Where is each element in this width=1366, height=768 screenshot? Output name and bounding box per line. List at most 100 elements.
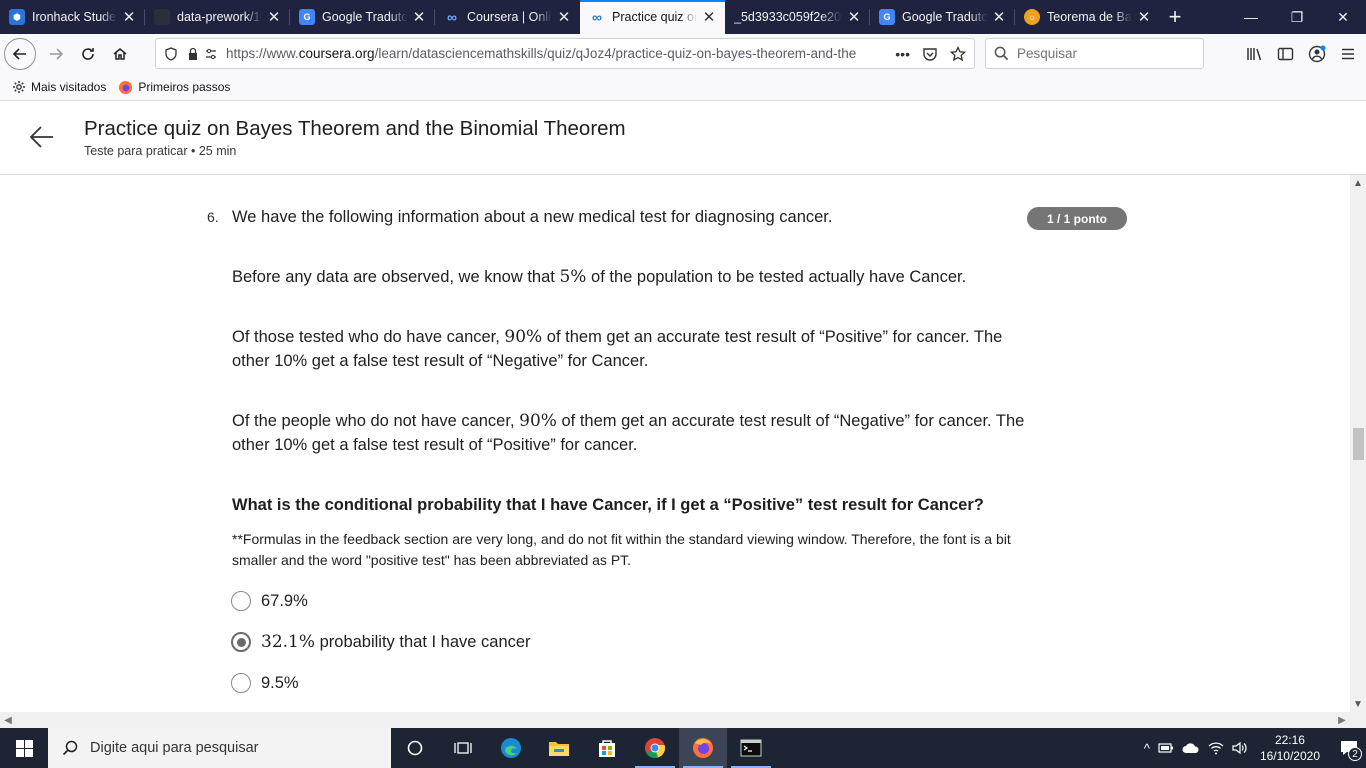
scroll-down-icon[interactable]: ▼ <box>1350 696 1366 712</box>
home-icon <box>113 48 127 60</box>
forward-button[interactable] <box>40 38 72 70</box>
terminal-icon <box>740 739 762 757</box>
question-paragraph-2: Of those tested who do have cancer, 90% … <box>232 327 1003 370</box>
tab-google-tradutor[interactable]: G Google Tradutor ✕ <box>290 0 435 34</box>
tab-google-tradutor-2[interactable]: G Google Tradutor ✕ <box>870 0 1015 34</box>
task-view-button[interactable] <box>439 728 487 768</box>
reload-icon <box>82 48 94 60</box>
clock-date: 16/10/2020 <box>1259 749 1320 763</box>
search-box[interactable]: Pesquisar <box>985 38 1204 69</box>
wifi-icon[interactable] <box>1208 741 1224 755</box>
account-icon[interactable] <box>1308 45 1326 63</box>
firefox-icon <box>693 738 713 758</box>
home-button[interactable] <box>104 38 136 70</box>
tab-data-prework[interactable]: data-prework/1 ✕ <box>145 0 290 34</box>
taskbar-search[interactable]: Digite aqui para pesquisar <box>48 728 391 768</box>
tab-title: _5d3933c059f2e209 <box>734 10 842 24</box>
close-window-button[interactable]: ✕ <box>1320 0 1366 34</box>
windows-taskbar: Digite aqui para pesquisar ^ 22:16 16/10… <box>0 728 1366 768</box>
store-app[interactable] <box>583 728 631 768</box>
answer-option-2[interactable]: 32.1% probability that I have cancer <box>231 632 531 652</box>
scroll-left-icon[interactable]: ◀ <box>0 712 16 728</box>
bookmarks-toolbar: Mais visitados Primeiros passos <box>0 74 1366 101</box>
start-button[interactable] <box>0 728 48 768</box>
back-arrow-icon[interactable] <box>28 123 56 151</box>
tab-strip: ⬢ Ironhack Student ✕ data-prework/1 ✕ G … <box>0 0 1366 34</box>
site-info[interactable] <box>164 46 218 61</box>
page-title: Practice quiz on Bayes Theorem and the B… <box>84 117 626 140</box>
bookmark-label: Mais visitados <box>31 80 107 94</box>
close-tab-icon[interactable]: ✕ <box>846 8 862 26</box>
back-button[interactable] <box>4 38 36 70</box>
tab-practice-quiz[interactable]: ∞ Practice quiz on ✕ <box>580 0 725 34</box>
option-label: 67.9% <box>261 591 308 610</box>
window-controls: — ❐ ✕ <box>1228 0 1366 34</box>
store-icon <box>599 740 615 757</box>
chevron-up-icon[interactable]: ^ <box>1144 741 1150 756</box>
firefox-app[interactable] <box>679 728 727 768</box>
scroll-up-icon[interactable]: ▲ <box>1350 175 1366 191</box>
chrome-app[interactable] <box>631 728 679 768</box>
menu-icon[interactable] <box>1340 46 1356 62</box>
search-placeholder: Pesquisar <box>1017 46 1078 61</box>
answer-option-1[interactable]: 67.9% <box>231 591 308 611</box>
tab-teorema[interactable]: ☼ Teorema de Bay ✕ <box>1015 0 1160 34</box>
tab-title: Google Tradutor <box>902 10 987 24</box>
permissions-icon <box>206 48 216 59</box>
close-tab-icon[interactable]: ✕ <box>121 8 137 26</box>
page-actions-icon[interactable]: ••• <box>895 46 910 62</box>
close-tab-icon[interactable]: ✕ <box>991 8 1007 26</box>
question-paragraph-3: Of the people who do not have cancer, 90… <box>232 411 1025 454</box>
cortana-button[interactable] <box>391 728 439 768</box>
bookmark-star-icon[interactable] <box>950 45 966 62</box>
close-tab-icon[interactable]: ✕ <box>556 8 572 26</box>
coursera-favicon-icon: ∞ <box>592 9 602 25</box>
reload-button[interactable] <box>72 38 104 70</box>
tab-title: data-prework/1 <box>177 10 261 24</box>
gear-icon <box>13 81 25 93</box>
ironhack-favicon-icon: ⬢ <box>9 9 25 25</box>
question-number: 6. <box>207 209 219 225</box>
clock[interactable]: 22:16 16/10/2020 <box>1260 732 1320 764</box>
minimize-button[interactable]: — <box>1228 0 1274 34</box>
new-tab-button[interactable]: + <box>1160 0 1190 34</box>
action-center-button[interactable]: 2 <box>1332 728 1366 768</box>
pocket-icon[interactable] <box>922 46 938 62</box>
lock-icon <box>189 47 197 60</box>
file-explorer-app[interactable] <box>535 728 583 768</box>
tab-ironhack[interactable]: ⬢ Ironhack Student ✕ <box>0 0 145 34</box>
radio-button[interactable] <box>231 591 251 611</box>
scroll-thumb[interactable] <box>1353 428 1364 460</box>
close-tab-icon[interactable]: ✕ <box>411 8 427 26</box>
tab-title: Coursera | Online <box>467 10 552 24</box>
restore-button[interactable]: ❐ <box>1274 0 1320 34</box>
bookmark-mais-visitados[interactable]: Mais visitados <box>12 80 106 94</box>
radio-button-selected[interactable] <box>231 632 251 652</box>
radio-button[interactable] <box>231 673 251 693</box>
scroll-right-icon[interactable]: ▶ <box>1334 712 1350 728</box>
speaker-icon[interactable] <box>1232 741 1248 755</box>
vertical-scrollbar[interactable]: ▲ ▼ <box>1350 175 1366 712</box>
tab-file[interactable]: _5d3933c059f2e209 ✕ <box>725 0 870 34</box>
search-icon <box>994 46 1009 61</box>
answer-option-3[interactable]: 9.5% <box>231 673 299 693</box>
coursera-favicon-icon: ∞ <box>447 9 457 25</box>
close-tab-icon[interactable]: ✕ <box>1136 8 1152 26</box>
tab-coursera[interactable]: ∞ Coursera | Online ✕ <box>435 0 580 34</box>
sidebar-icon[interactable] <box>1277 46 1294 62</box>
horizontal-scrollbar[interactable]: ◀ ▶ <box>0 712 1350 728</box>
tab-title: Practice quiz on <box>612 10 697 24</box>
edge-app[interactable] <box>487 728 535 768</box>
notification-count: 2 <box>1348 747 1362 761</box>
close-tab-icon[interactable]: ✕ <box>701 8 717 26</box>
battery-icon[interactable] <box>1158 742 1174 754</box>
address-bar[interactable]: https://www.coursera.org/learn/datascien… <box>155 38 975 69</box>
close-tab-icon[interactable]: ✕ <box>266 8 282 26</box>
tab-title: Ironhack Student <box>32 10 117 24</box>
shield-icon <box>165 46 177 61</box>
onedrive-cloud-icon[interactable] <box>1182 742 1200 754</box>
bookmark-primeiros-passos[interactable]: Primeiros passos <box>118 80 230 95</box>
library-icon[interactable] <box>1246 46 1263 62</box>
terminal-app[interactable] <box>727 728 775 768</box>
navigation-toolbar: https://www.coursera.org/learn/datascien… <box>0 34 1366 74</box>
